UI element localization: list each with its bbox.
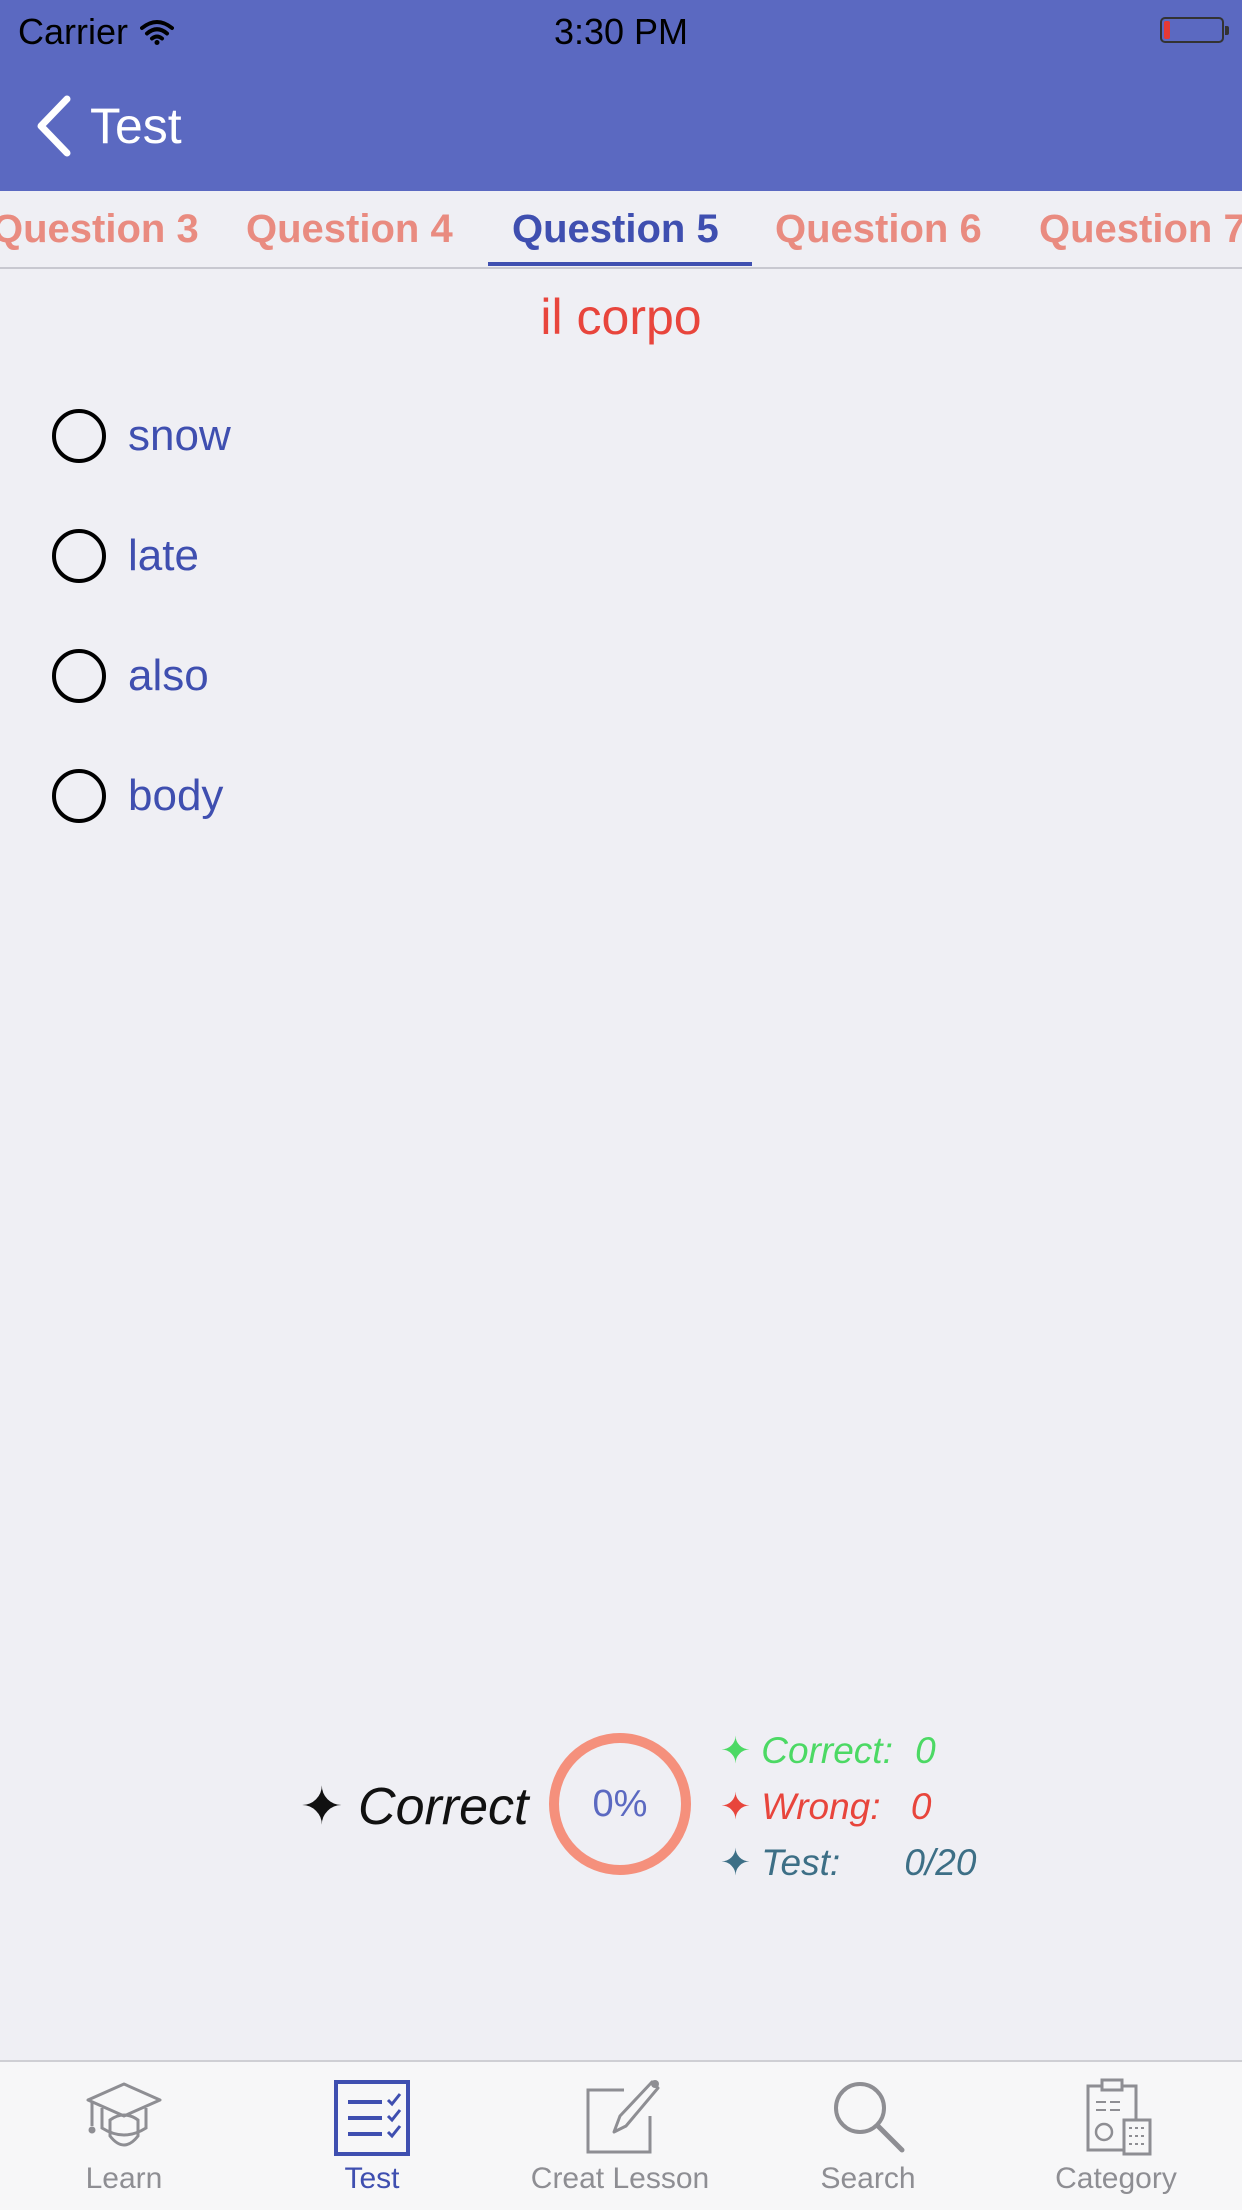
tab-question-4[interactable]: Question 4: [246, 191, 453, 267]
stat-test: ✦ Test: 0/20: [720, 1838, 976, 1888]
tab-label: Creat Lesson: [530, 2162, 710, 2195]
answer-option-snow[interactable]: snow: [52, 404, 231, 468]
tab-bar: Learn Test Creat Lesson Search Category: [0, 2060, 1242, 2210]
nav-title: Test: [90, 98, 182, 154]
stat-test-value: 0/20: [904, 1842, 977, 1883]
tab-question-3[interactable]: Question 3: [0, 191, 199, 267]
stat-correct-value: 0: [915, 1730, 936, 1771]
tab-learn[interactable]: Learn: [0, 2062, 248, 2210]
radio-button[interactable]: [52, 649, 106, 703]
status-time: 3:30 PM: [553, 11, 689, 52]
radio-button[interactable]: [52, 409, 106, 463]
tab-label: Category: [1055, 2162, 1177, 2195]
tab-test[interactable]: Test: [248, 2062, 496, 2210]
category-icon: [1086, 2078, 1152, 2156]
chevron-left-icon: [37, 95, 71, 157]
back-button[interactable]: Test: [34, 94, 182, 158]
progress-percent: 0%: [592, 1783, 648, 1825]
tab-question-7[interactable]: Question 7: [1039, 191, 1242, 267]
stat-test-label: ✦ Test:: [720, 1842, 841, 1883]
tab-label: Search: [820, 2162, 916, 2195]
option-label: late: [128, 531, 199, 580]
option-label: also: [128, 651, 209, 700]
tab-question-5[interactable]: Question 5: [512, 191, 719, 267]
graduation-cap-icon: [86, 2082, 162, 2147]
tab-question-6[interactable]: Question 6: [775, 191, 982, 267]
radio-button[interactable]: [52, 769, 106, 823]
pencil-edit-icon: [586, 2080, 660, 2154]
tab-search[interactable]: Search: [744, 2062, 992, 2210]
battery-icon: [1160, 17, 1229, 43]
tab-label: Learn: [85, 2162, 163, 2195]
radio-button[interactable]: [52, 529, 106, 583]
stat-wrong-label: ✦ Wrong:: [720, 1786, 881, 1827]
stat-correct-label: ✦ Correct:: [720, 1730, 893, 1771]
question-tabs: Question 3 Question 4 Question 5 Questio…: [0, 191, 1242, 269]
stat-wrong: ✦ Wrong: 0: [720, 1782, 931, 1832]
checklist-icon: [334, 2080, 410, 2156]
result-label: ✦ Correct: [300, 1778, 529, 1836]
tab-label: Test: [344, 2162, 400, 2195]
search-icon: [834, 2082, 905, 2153]
stat-wrong-value: 0: [910, 1786, 932, 1827]
question-word: il corpo: [540, 289, 702, 345]
active-tab-indicator: [488, 262, 752, 266]
navigation-bar: Carrier 3:30 PM Test: [0, 0, 1242, 191]
tab-category[interactable]: Category: [992, 2062, 1240, 2210]
answer-option-late[interactable]: late: [52, 524, 199, 588]
option-label: body: [128, 771, 224, 820]
stat-correct: ✦ Correct: 0: [720, 1726, 936, 1776]
answer-option-body[interactable]: body: [52, 764, 223, 828]
option-label: snow: [128, 411, 231, 460]
answer-option-also[interactable]: also: [52, 644, 209, 708]
tab-creat-lesson[interactable]: Creat Lesson: [496, 2062, 744, 2210]
